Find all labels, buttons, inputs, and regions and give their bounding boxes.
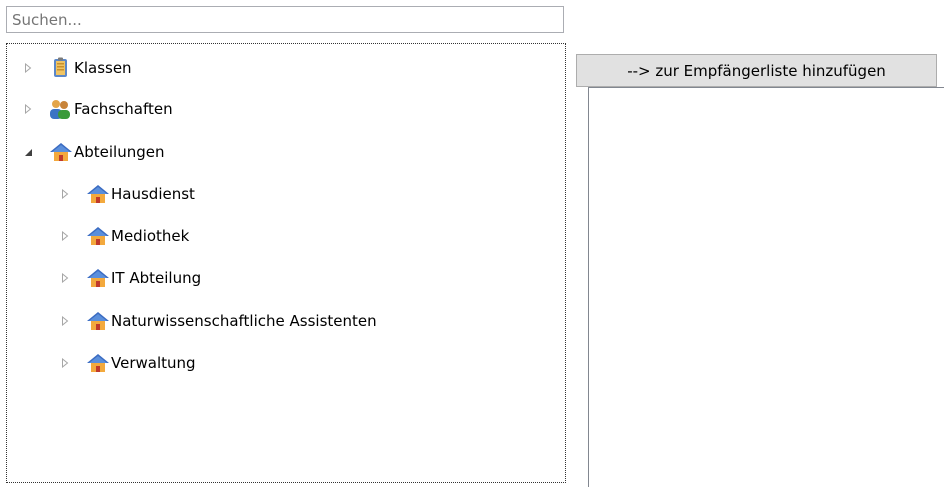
expand-arrow-icon[interactable]	[59, 357, 71, 369]
house-icon	[85, 352, 109, 374]
house-icon	[85, 183, 109, 205]
tree-item-label: Abteilungen	[74, 143, 165, 161]
search-box[interactable]	[6, 6, 564, 33]
tree-item-label: Klassen	[74, 59, 132, 77]
tree-item-label: Mediothek	[111, 227, 190, 245]
folder-icon	[48, 57, 72, 79]
tree-item-label: Fachschaften	[74, 100, 173, 118]
tree-item-klassen[interactable]: Klassen	[22, 55, 132, 81]
expand-arrow-icon[interactable]	[59, 272, 71, 284]
tree-item-label: Verwaltung	[111, 354, 196, 372]
expand-arrow-icon[interactable]	[22, 103, 34, 115]
tree-item-verwaltung[interactable]: Verwaltung	[59, 350, 196, 376]
expand-arrow-icon[interactable]	[59, 230, 71, 242]
add-to-recipients-button[interactable]: --> zur Empfängerliste hinzufügen	[576, 54, 937, 87]
tree-item-it-abteilung[interactable]: IT Abteilung	[59, 265, 201, 291]
tree-item-mediothek[interactable]: Mediothek	[59, 223, 189, 249]
house-icon	[85, 225, 109, 247]
group-tree[interactable]: Klassen Fachschaften Abteilungen Hausdie…	[6, 43, 566, 483]
tree-item-abteilungen[interactable]: Abteilungen	[22, 139, 165, 165]
people-icon	[48, 98, 72, 120]
search-input[interactable]	[12, 10, 558, 29]
expand-arrow-icon[interactable]	[59, 315, 71, 327]
house-icon	[48, 141, 72, 163]
house-icon	[85, 267, 109, 289]
tree-item-label: IT Abteilung	[111, 269, 202, 287]
recipient-list[interactable]	[588, 87, 944, 487]
tree-item-fachschaften[interactable]: Fachschaften	[22, 96, 173, 122]
house-icon	[85, 310, 109, 332]
collapse-arrow-icon[interactable]	[22, 146, 34, 158]
tree-item-label: Naturwissenschaftliche Assistenten	[111, 312, 377, 330]
expand-arrow-icon[interactable]	[22, 62, 34, 74]
tree-item-hausdienst[interactable]: Hausdienst	[59, 181, 195, 207]
tree-item-label: Hausdienst	[111, 185, 195, 203]
tree-item-naturwissenschaftliche-assistenten[interactable]: Naturwissenschaftliche Assistenten	[59, 308, 377, 334]
expand-arrow-icon[interactable]	[59, 188, 71, 200]
